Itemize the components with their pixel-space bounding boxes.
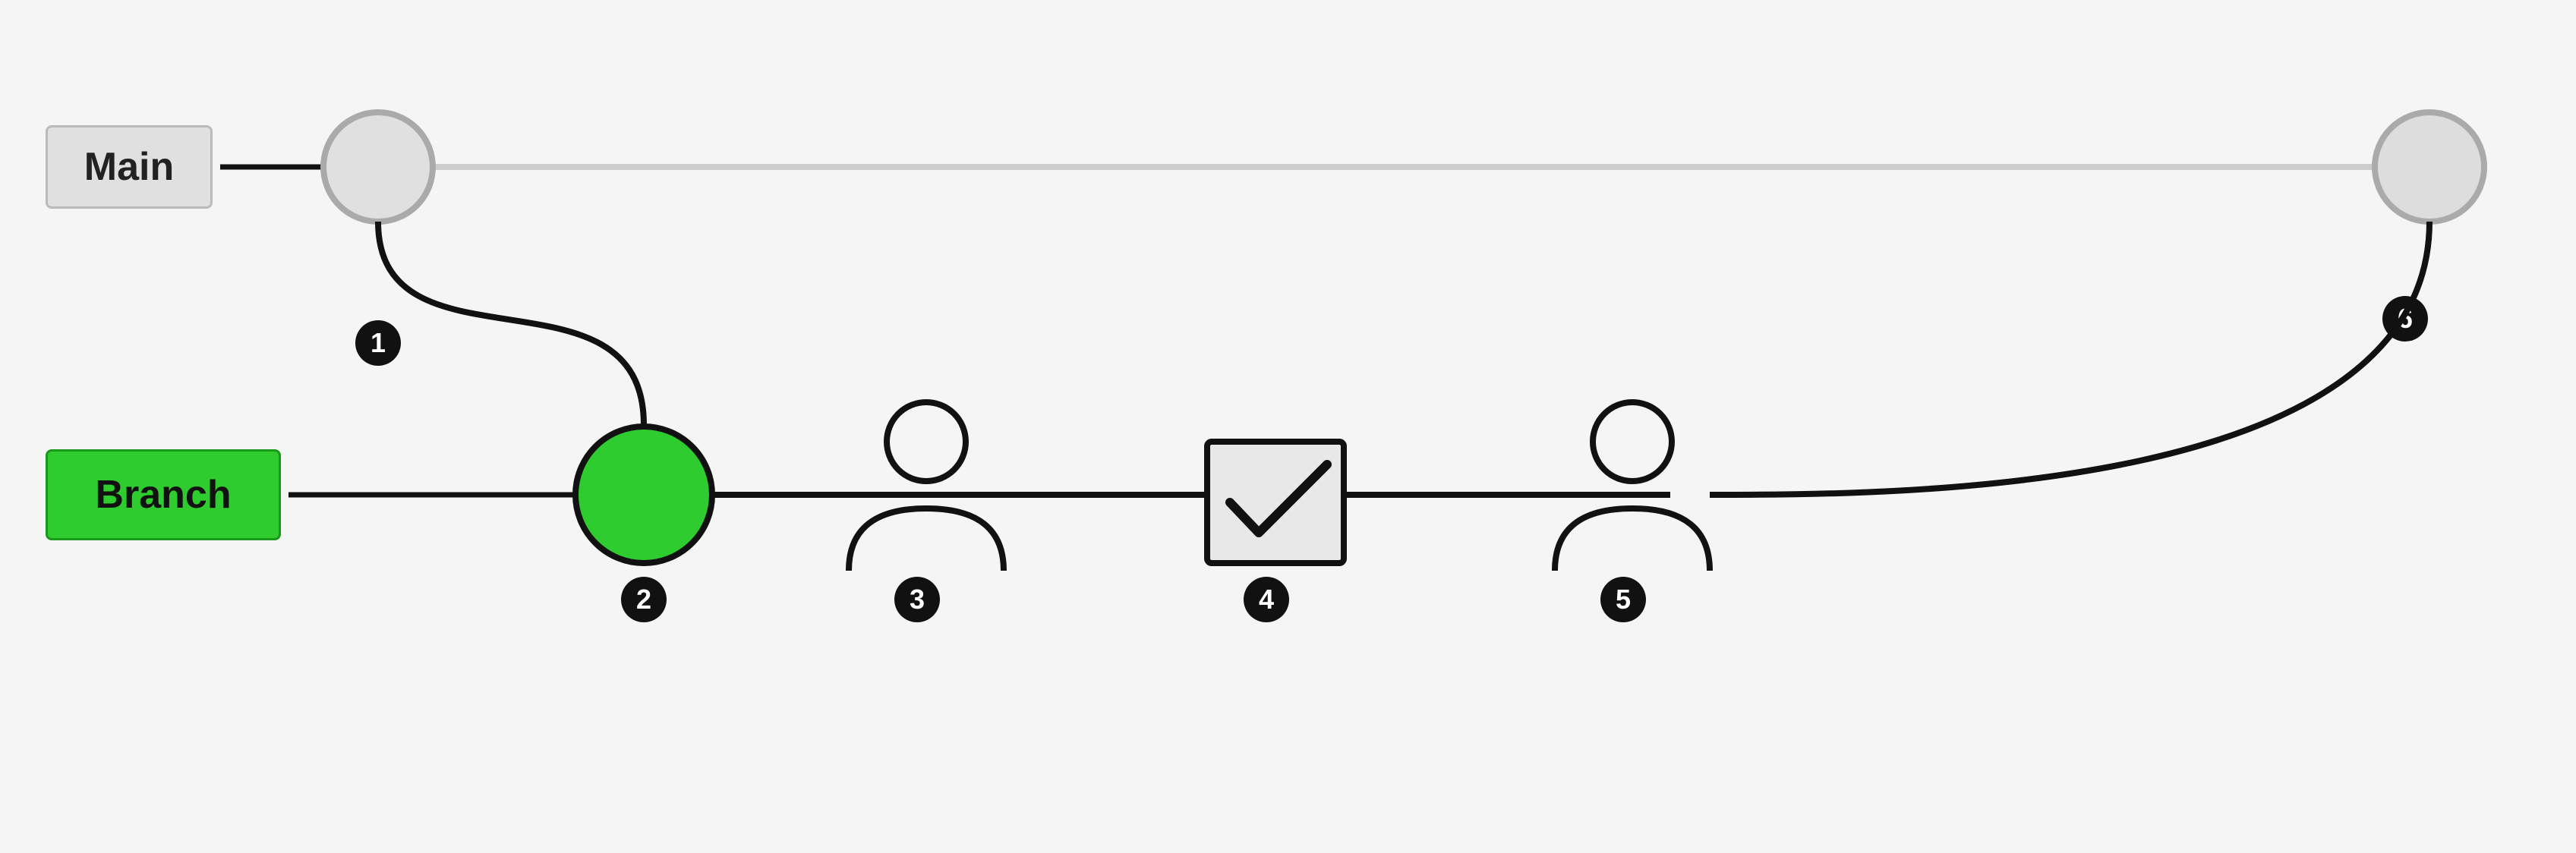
diagram-container: Main Branch 1 2 3 4 5 6: [0, 0, 2576, 853]
branch-fork-curve: [378, 222, 644, 425]
person1-head: [887, 402, 966, 481]
person2-head: [1593, 402, 1672, 481]
diagram-svg: [0, 0, 2576, 853]
branch-start-circle: [575, 426, 712, 563]
person2-body: [1555, 508, 1710, 571]
main-start-circle: [323, 112, 433, 222]
branch-merge-curve: [1710, 222, 2429, 495]
main-end-circle: [2375, 112, 2484, 222]
person1-body: [849, 508, 1004, 571]
